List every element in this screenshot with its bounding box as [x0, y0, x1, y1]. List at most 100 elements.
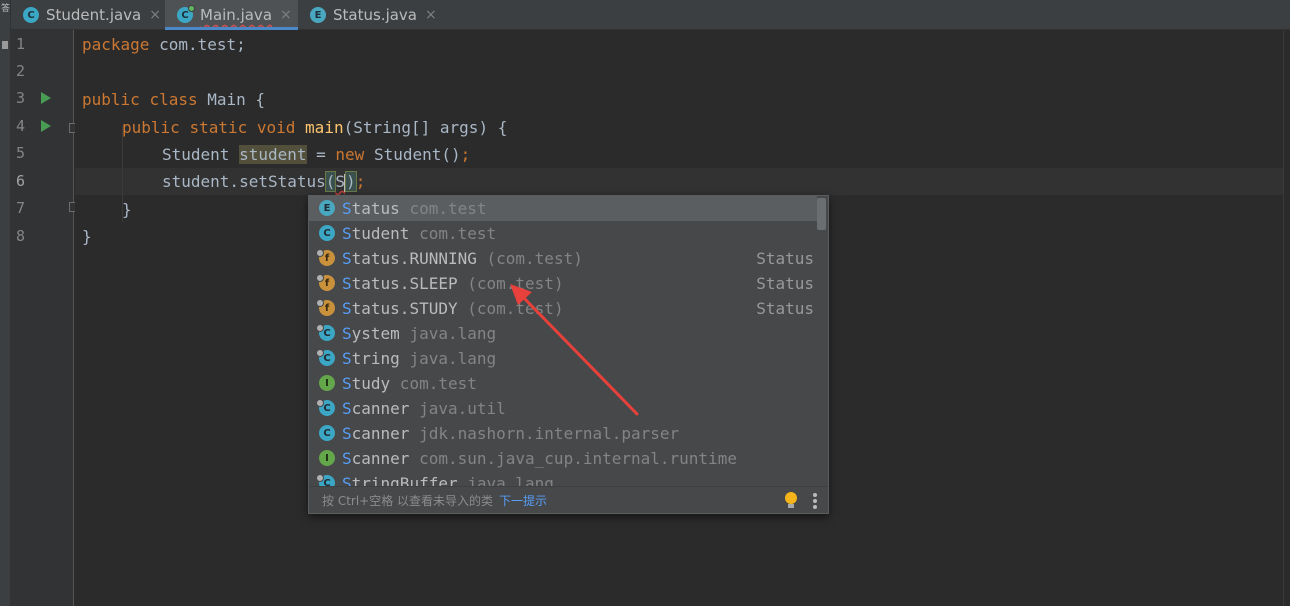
completion-hint: 按 Ctrl+空格 以查看未导入的类 下一提示: [322, 492, 547, 509]
completion-package: (com.test): [457, 299, 564, 318]
lock-icon: [316, 399, 324, 407]
interface-icon: I: [319, 375, 335, 391]
class-icon: C: [23, 7, 39, 23]
completion-label: Study com.test: [342, 374, 477, 393]
completion-label: Scanner com.sun.java_cup.internal.runtim…: [342, 449, 737, 468]
structure-icon[interactable]: [2, 41, 8, 49]
tool-window-label[interactable]: 答: [0, 4, 11, 15]
match-highlight: S: [342, 424, 352, 443]
completion-item[interactable]: I Scanner com.sun.java_cup.internal.runti…: [309, 446, 817, 471]
bulb-glass: [785, 492, 797, 504]
completion-package: (com.test): [476, 249, 583, 268]
completion-item[interactable]: C StringBuffer java.lang: [309, 471, 817, 486]
variable-highlight: student: [239, 145, 307, 164]
editor-scrollbar[interactable]: [1283, 30, 1290, 606]
hint-text: 按 Ctrl+空格 以查看未导入的类: [322, 494, 494, 508]
icon-letter: C: [323, 477, 331, 487]
code-line-6: student.setStatus(S);: [162, 168, 365, 195]
completion-name: tudent: [351, 224, 410, 243]
class-icon: C: [319, 425, 335, 441]
completion-item[interactable]: C Scanner jdk.nashorn.internal.parser: [309, 421, 817, 446]
completion-item[interactable]: f Status.SLEEP (com.test) Status: [309, 271, 817, 296]
completion-package: com.test: [399, 199, 487, 218]
line-number: 2: [16, 62, 26, 80]
keyword: public: [82, 90, 140, 109]
icon-letter: I: [325, 377, 329, 389]
lock-icon: [316, 299, 324, 307]
class-run-icon: C: [177, 5, 195, 23]
completion-name: tatus.STUDY: [351, 299, 458, 318]
completion-label: Status.STUDY (com.test): [342, 299, 564, 318]
icon-letter: C: [323, 327, 331, 339]
match-highlight: S: [342, 324, 352, 343]
code-line-3: public class Main {: [82, 86, 265, 113]
keyword: new: [335, 145, 365, 164]
field-icon: f: [316, 274, 335, 291]
run-icon[interactable]: [41, 92, 51, 104]
line-number: 5: [16, 144, 26, 162]
completion-name: tring: [351, 349, 400, 368]
match-highlight: S: [342, 249, 352, 268]
code-text: Student(): [364, 145, 461, 164]
next-tip-link[interactable]: 下一提示: [499, 494, 547, 508]
completion-item[interactable]: f Status.RUNNING (com.test) Status: [309, 246, 817, 271]
code-text: (String[] args) {: [343, 118, 508, 137]
line-number: 6: [16, 172, 26, 190]
completion-label: StringBuffer java.lang: [342, 474, 554, 486]
code-line-4: public static void main(String[] args) {: [122, 114, 507, 141]
completion-package: com.sun.java_cup.internal.runtime: [409, 449, 737, 468]
editor-gutter[interactable]: 1 2 3 4 5 6 7 8: [11, 30, 79, 606]
completion-scrollbar[interactable]: [817, 198, 826, 230]
code-text: com.test;: [149, 35, 246, 54]
tab-student-java[interactable]: C Student.java ×: [11, 0, 165, 30]
tab-label: Main.java: [200, 6, 273, 24]
match-highlight: S: [342, 274, 352, 293]
completion-item[interactable]: C Student com.test: [309, 221, 817, 246]
completion-label: String java.lang: [342, 349, 496, 368]
icon-letter: C: [323, 402, 331, 414]
close-icon[interactable]: ×: [425, 7, 437, 23]
keyword: package: [82, 35, 150, 54]
completion-list[interactable]: E Status com.test C Student com.test f Status…: [309, 196, 828, 486]
close-icon[interactable]: ×: [149, 7, 161, 23]
keyword: void: [256, 118, 296, 137]
completion-item[interactable]: C System java.lang: [309, 321, 817, 346]
match-highlight: S: [342, 449, 352, 468]
completion-item[interactable]: C String java.lang: [309, 346, 817, 371]
completion-package: (com.test): [457, 274, 564, 293]
icon-letter: f: [324, 252, 330, 264]
close-icon[interactable]: ×: [280, 7, 292, 23]
completion-package: java.lang: [457, 474, 554, 486]
icon-letter: C: [181, 9, 189, 21]
lightbulb-icon[interactable]: [785, 492, 797, 509]
completion-item[interactable]: I Study com.test: [309, 371, 817, 396]
class-icon: C: [316, 324, 335, 341]
code-completion-popup[interactable]: E Status com.test C Student com.test f Status…: [308, 195, 829, 514]
enum-icon: E: [319, 200, 335, 216]
keyword: class: [149, 90, 198, 109]
completion-name: tringBuffer: [351, 474, 458, 486]
line-number: 7: [16, 199, 26, 217]
keyword: static: [189, 118, 248, 137]
completion-label: Status.RUNNING (com.test): [342, 249, 583, 268]
run-icon[interactable]: [41, 120, 51, 132]
match-highlight: S: [342, 374, 352, 393]
line-number: 4: [16, 117, 26, 135]
code-line-5: Student student = new Student();: [162, 141, 470, 168]
tab-status-java[interactable]: E Status.java ×: [298, 0, 438, 30]
completion-item[interactable]: E Status com.test: [309, 196, 817, 221]
completion-name: canner: [351, 399, 410, 418]
more-options-icon[interactable]: [808, 492, 822, 510]
method-name: main: [305, 118, 344, 137]
completion-package: com.test: [390, 374, 477, 393]
tab-main-java[interactable]: C Main.java ×: [165, 0, 298, 30]
completion-package: java.lang: [399, 324, 497, 343]
line-number: 8: [16, 227, 26, 245]
code-line-1: package com.test;: [82, 31, 246, 58]
field-icon: f: [316, 299, 335, 316]
paren-match: ): [345, 171, 357, 192]
code-text: student.setStatus: [162, 172, 326, 191]
completion-item[interactable]: f Status.STUDY (com.test) Status: [309, 296, 817, 321]
completion-item[interactable]: C Scanner java.util: [309, 396, 817, 421]
bulb-base: [788, 504, 794, 508]
